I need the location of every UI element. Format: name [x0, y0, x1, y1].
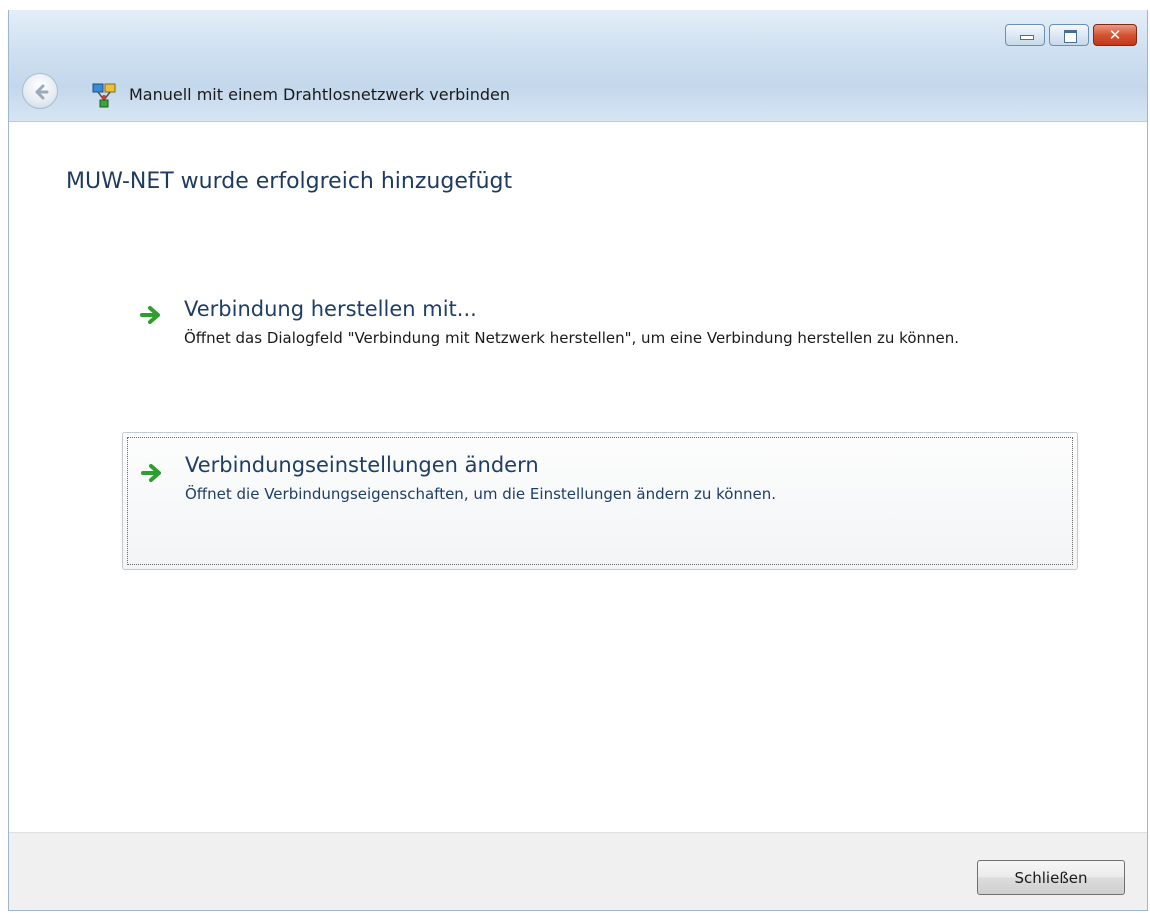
maximize-icon [1064, 30, 1077, 43]
page-title: MUW-NET wurde erfolgreich hinzugefügt [66, 169, 513, 194]
dialog-content: MUW-NET wurde erfolgreich hinzugefügt Ve… [9, 122, 1147, 834]
green-arrow-icon [140, 306, 160, 324]
close-window-button[interactable]: ✕ [1093, 24, 1137, 46]
option-description: Öffnet das Dialogfeld "Verbindung mit Ne… [184, 329, 960, 347]
connect-to-option[interactable]: Verbindung herstellen mit... Öffnet das … [122, 287, 1078, 397]
green-arrow-icon [141, 464, 161, 482]
minimize-icon [1020, 35, 1034, 40]
change-connection-settings-option[interactable]: Verbindungseinstellungen ändern Öffnet d… [122, 432, 1078, 570]
minimize-button[interactable] [1005, 24, 1045, 46]
dialog-window: ✕ Manuell mit einem Drahtlosnetzwerk ver… [8, 10, 1148, 911]
dialog-footer: Schließen [9, 832, 1147, 910]
title-bar[interactable]: ✕ Manuell mit einem Drahtlosnetzwerk ver… [9, 10, 1147, 122]
maximize-button[interactable] [1049, 24, 1089, 46]
back-arrow-icon [35, 84, 49, 100]
wireless-network-icon [92, 83, 116, 108]
close-icon: ✕ [1108, 25, 1122, 44]
window-controls: ✕ [1005, 24, 1137, 46]
option-title: Verbindungseinstellungen ändern [185, 453, 539, 477]
close-button[interactable]: Schließen [977, 860, 1125, 895]
back-button[interactable] [22, 73, 58, 109]
option-description: Öffnet die Verbindungseigenschaften, um … [185, 485, 776, 503]
window-title: Manuell mit einem Drahtlosnetzwerk verbi… [129, 85, 511, 104]
option-title: Verbindung herstellen mit... [184, 297, 477, 321]
